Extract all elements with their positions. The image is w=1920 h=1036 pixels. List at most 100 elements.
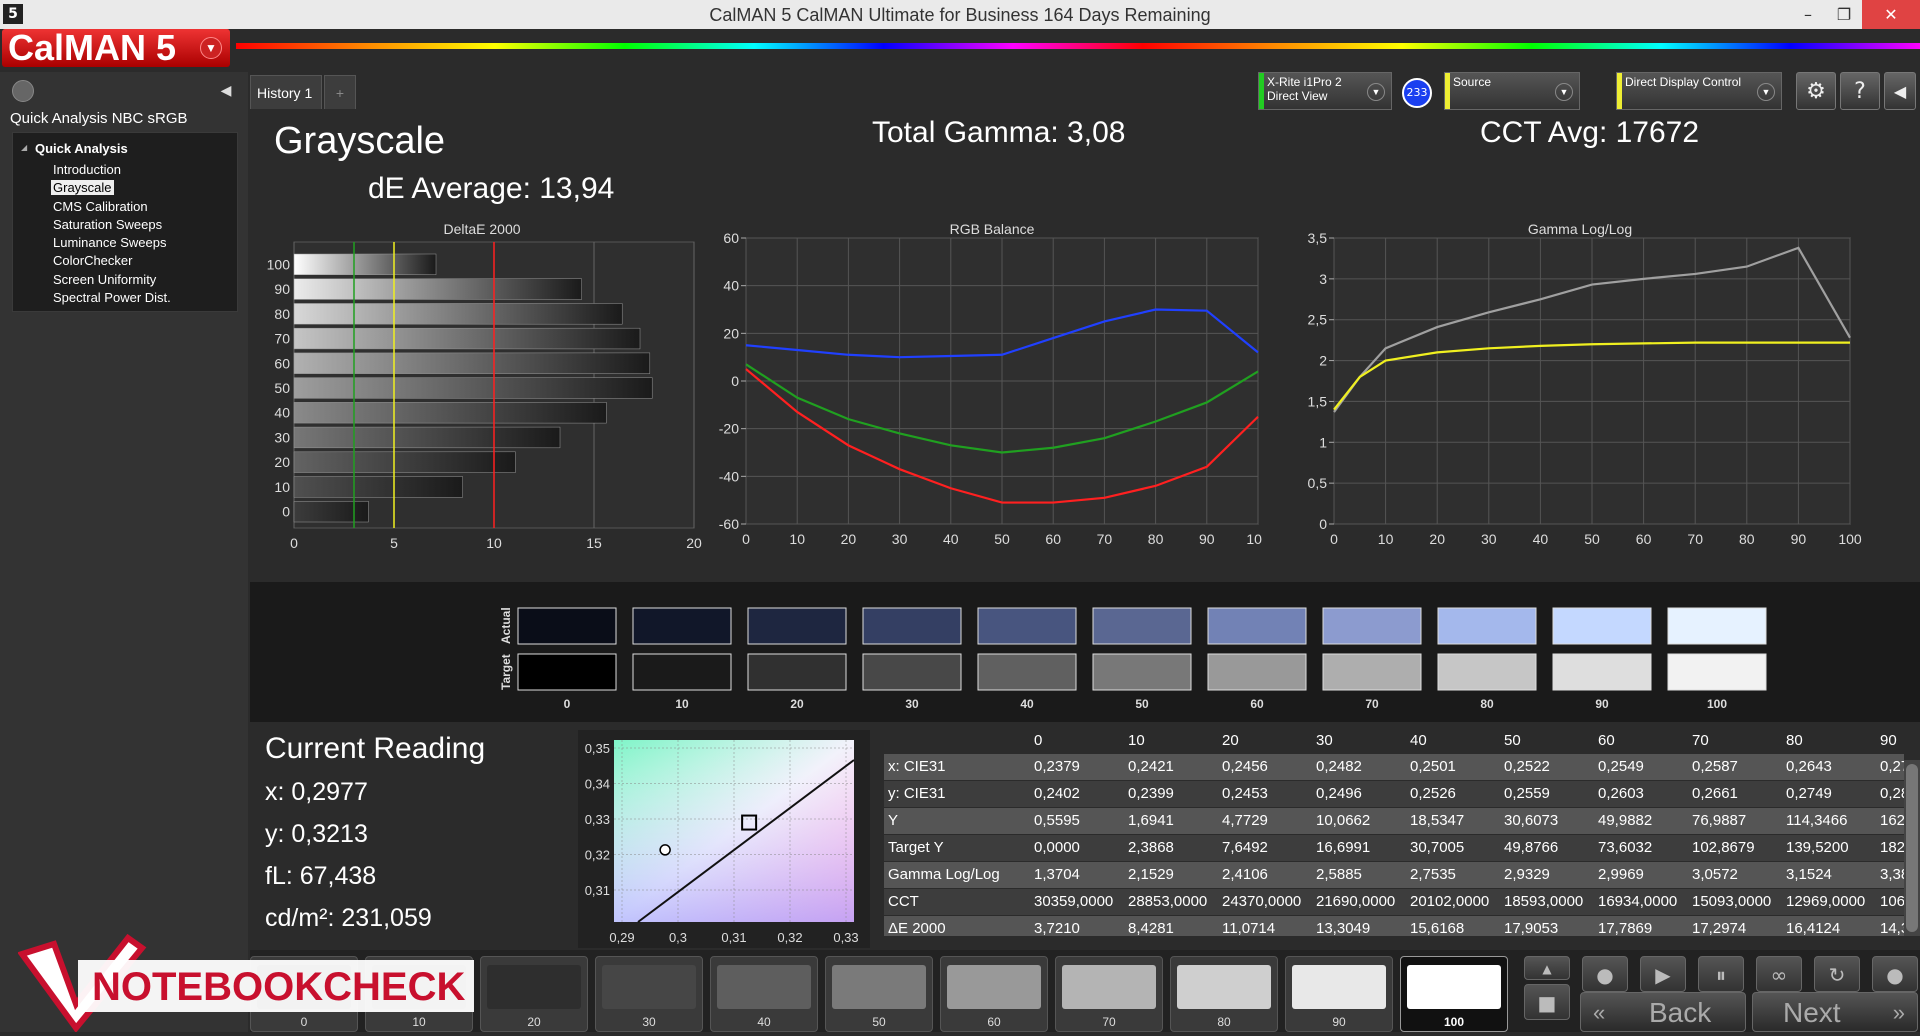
loop-icon[interactable]: ∞: [1756, 956, 1802, 992]
source-selector[interactable]: Source ▼: [1444, 72, 1580, 110]
y-tick-label: -60: [719, 516, 739, 532]
pause-icon[interactable]: ⏸: [1698, 956, 1744, 992]
reading-x: x: 0,2977: [265, 778, 368, 806]
patch-swatch: [832, 965, 926, 1009]
deltae-bar: [293, 278, 582, 300]
close-button[interactable]: ✕: [1862, 0, 1920, 29]
target-swatch: [862, 653, 962, 691]
reading-cdm2: cd/m²: 231,059: [265, 904, 432, 932]
patch-swatch: [487, 965, 581, 1009]
table-cell: 49,9882: [1598, 812, 1653, 829]
y-tick-label: 60: [274, 355, 290, 371]
target-row-label: Target: [499, 654, 513, 690]
back-button[interactable]: « Back: [1580, 992, 1746, 1032]
back-arrow-icon: «: [1593, 1000, 1606, 1025]
table-cell: 3,7210: [1034, 920, 1080, 936]
settings-gear-icon[interactable]: ⚙: [1796, 72, 1836, 110]
tree-item-saturation-sweeps[interactable]: Saturation Sweeps: [51, 217, 164, 232]
help-icon[interactable]: ?: [1840, 72, 1880, 110]
table-cell: 0,2887: [1880, 785, 1904, 802]
table-cell: 0,2587: [1692, 758, 1738, 775]
minimize-button[interactable]: –: [1790, 0, 1826, 29]
display-selector[interactable]: Direct Display Control ▼: [1616, 72, 1782, 110]
meter-selector[interactable]: X-Rite i1Pro 2 Direct View ▼: [1258, 72, 1392, 110]
table-scrollbar[interactable]: [1904, 760, 1920, 936]
patch-button-90[interactable]: 90: [1285, 956, 1393, 1032]
stop-square-icon[interactable]: ■: [1524, 984, 1570, 1020]
tree-item-luminance-sweeps[interactable]: Luminance Sweeps: [51, 235, 168, 250]
collapse-right-icon[interactable]: ◀: [1884, 72, 1916, 110]
tree-item-introduction[interactable]: Introduction: [51, 162, 123, 177]
table-cell: 0,5595: [1034, 812, 1080, 829]
tree-expand-icon[interactable]: ◢: [21, 143, 27, 152]
table-cell: 0,2456: [1222, 758, 1268, 775]
patch-label: 50: [872, 1015, 886, 1029]
x-tick-label: 40: [943, 531, 959, 547]
table-cell: 0,2453: [1222, 785, 1268, 802]
patch-button-80[interactable]: 80: [1170, 956, 1278, 1032]
table-row: ΔE 2000 3,7210 8,4281 11,0714 13,3049 15,6168…: [884, 916, 1904, 936]
target-swatch: [1322, 653, 1422, 691]
cie-x-tick: 0,33: [833, 930, 858, 945]
patch-button-70[interactable]: 70: [1055, 956, 1163, 1032]
table-cell: 7,6492: [1222, 839, 1268, 856]
y-tick-label: 0: [731, 373, 739, 389]
table-cell: 0,2496: [1316, 785, 1362, 802]
y-tick-label: 20: [274, 454, 290, 470]
deltae-bar: [293, 377, 653, 399]
tree-item-screen-uniformity[interactable]: Screen Uniformity: [51, 272, 158, 287]
tab-history-1[interactable]: History 1: [250, 75, 322, 109]
options-icon[interactable]: ●: [1872, 956, 1918, 992]
y-tick-label: 60: [723, 230, 739, 246]
measured-point: [659, 844, 671, 856]
x-tick-label: 50: [994, 531, 1010, 547]
tree-item-colorchecker[interactable]: ColorChecker: [51, 253, 134, 268]
actual-swatch: [1322, 607, 1422, 645]
title-bar: 5 CalMAN 5 CalMAN Ultimate for Business …: [0, 0, 1920, 29]
collapse-left-icon[interactable]: ◀: [214, 80, 238, 102]
table-cell: 162,99: [1880, 812, 1904, 829]
next-button[interactable]: Next »: [1752, 992, 1918, 1032]
y-tick-label: 40: [723, 278, 739, 294]
back-label: Back: [1649, 997, 1712, 1028]
tree-item-spectral-power[interactable]: Spectral Power Dist.: [51, 290, 173, 305]
add-tab-button[interactable]: +: [324, 75, 356, 109]
table-row: Gamma Log/Log 1,3704 2,1529 2,4106 2,5885 2,7…: [884, 862, 1904, 888]
patch-button-40[interactable]: 40: [710, 956, 818, 1032]
table-header-cell: 80: [1786, 732, 1803, 749]
table-cell: 3,0572: [1692, 866, 1738, 883]
record-icon[interactable]: [12, 80, 34, 102]
refresh-icon[interactable]: ↻: [1814, 956, 1860, 992]
table-cell: 21690,0000: [1316, 893, 1396, 910]
play-icon[interactable]: ▶: [1640, 956, 1686, 992]
patch-button-30[interactable]: 30: [595, 956, 703, 1032]
patch-button-50[interactable]: 50: [825, 956, 933, 1032]
patch-button-100[interactable]: 100: [1400, 956, 1508, 1032]
patch-button-20[interactable]: 20: [480, 956, 588, 1032]
x-tick-label: 40: [1533, 531, 1549, 547]
swatch-label: 60: [1250, 697, 1264, 711]
cie-y-tick: 0,32: [585, 848, 610, 863]
scroll-up-icon[interactable]: ▲: [1524, 956, 1570, 980]
y-tick-label: 20: [723, 325, 739, 341]
actual-swatch: [977, 607, 1077, 645]
table-cell: 0,2749: [1786, 785, 1832, 802]
table-header-cell: 50: [1504, 732, 1521, 749]
actual-swatch: [1437, 607, 1537, 645]
table-cell: 8,4281: [1128, 920, 1174, 936]
tree-item-cms-calibration[interactable]: CMS Calibration: [51, 199, 150, 214]
next-label: Next: [1783, 997, 1841, 1028]
actual-swatch: [1207, 607, 1307, 645]
y-tick-label: 40: [274, 405, 290, 421]
tree-item-grayscale[interactable]: Grayscale: [51, 180, 114, 195]
stop-icon[interactable]: ●: [1582, 956, 1628, 992]
swatch-label: 100: [1707, 697, 1727, 711]
calman-logo-menu[interactable]: CalMAN 5 ▼: [2, 29, 230, 67]
table-cell: 0,2603: [1598, 785, 1644, 802]
table-cell: Target Y: [888, 839, 944, 856]
tree-root[interactable]: Quick Analysis: [35, 141, 128, 156]
patch-button-60[interactable]: 60: [940, 956, 1048, 1032]
scrollbar-thumb[interactable]: [1906, 764, 1918, 932]
maximize-button[interactable]: ❐: [1826, 0, 1862, 29]
meter-badge[interactable]: 233: [1402, 78, 1432, 108]
